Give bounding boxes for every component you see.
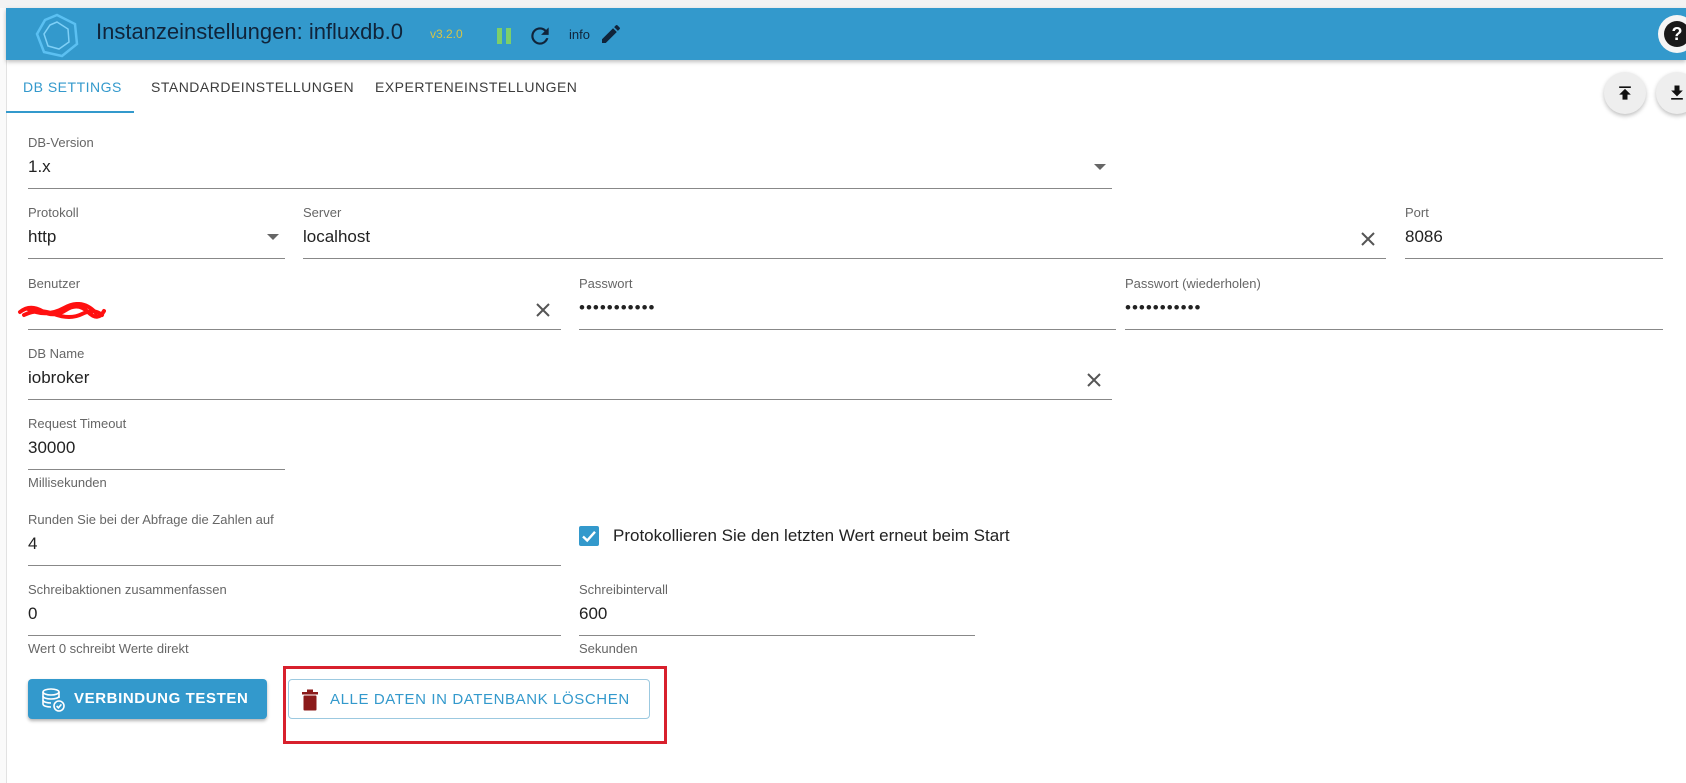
- help-button[interactable]: ?: [1658, 15, 1686, 53]
- password-repeat-value: •••••••••••: [1125, 298, 1202, 317]
- underline: [303, 258, 1386, 259]
- server-label: Server: [303, 205, 342, 220]
- username-label: Benutzer: [28, 276, 81, 291]
- app-bar: Instanzeinstellungen: influxdb.0 v3.2.0 …: [6, 8, 1686, 60]
- tab-expert-settings[interactable]: EXPERTENEINSTELLUNGEN: [375, 62, 577, 112]
- batch-writes-helper: Wert 0 schreibt Werte direkt: [28, 641, 328, 659]
- db-name-label: DB Name: [28, 346, 85, 361]
- write-interval-helper: Sekunden: [579, 641, 779, 659]
- download-settings-button[interactable]: [1656, 72, 1686, 114]
- svg-text:?: ?: [1672, 24, 1683, 44]
- underline: [1125, 329, 1663, 330]
- database-check-icon: [42, 688, 65, 712]
- log-last-value-checkbox[interactable]: [579, 526, 599, 546]
- protocol-value: http: [28, 227, 57, 246]
- batch-writes-label: Schreibaktionen zusammenfassen: [28, 582, 227, 597]
- helper-text: Wert 0 schreibt Werte direkt: [28, 641, 189, 656]
- left-edge: [0, 8, 7, 783]
- chevron-down-icon: [267, 234, 279, 240]
- password-repeat-label: Passwort (wiederholen): [1125, 276, 1261, 291]
- db-version-value: 1.x: [28, 157, 51, 176]
- underline: [28, 565, 561, 566]
- chevron-down-icon: [1094, 164, 1106, 170]
- test-connection-button[interactable]: VERBINDUNG TESTEN: [28, 679, 267, 719]
- port-label: Port: [1405, 205, 1429, 220]
- underline: [28, 329, 561, 330]
- underline: [1405, 258, 1663, 259]
- request-timeout-input[interactable]: Request Timeout 30000: [28, 416, 285, 470]
- log-last-value-label[interactable]: Protokollieren Sie den letzten Wert erne…: [613, 526, 1010, 546]
- request-timeout-helper: Millisekunden: [28, 475, 285, 493]
- info-label: info: [569, 27, 590, 42]
- underline: [28, 258, 285, 259]
- password-input[interactable]: Passwort •••••••••••: [579, 276, 1116, 330]
- redaction-scribble: [18, 302, 106, 319]
- round-numbers-input[interactable]: Runden Sie bei der Abfrage die Zahlen au…: [28, 512, 561, 566]
- pause-icon[interactable]: [493, 25, 515, 47]
- help-icon: ?: [1664, 21, 1686, 47]
- helper-text: Millisekunden: [28, 475, 107, 490]
- underline: [579, 635, 975, 636]
- password-value: •••••••••••: [579, 298, 656, 317]
- clear-icon[interactable]: [1358, 229, 1378, 249]
- request-timeout-value: 30000: [28, 438, 76, 457]
- port-value: 8086: [1405, 227, 1443, 246]
- tab-db-settings[interactable]: DB SETTINGS: [23, 62, 122, 112]
- edit-pencil-icon[interactable]: [599, 22, 623, 46]
- upload-icon: [1619, 86, 1631, 100]
- annotation-highlight-box: [283, 666, 667, 744]
- refresh-icon[interactable]: [527, 23, 553, 49]
- db-name-value: iobroker: [28, 368, 90, 387]
- request-timeout-label: Request Timeout: [28, 416, 127, 431]
- db-name-input[interactable]: DB Name iobroker: [28, 346, 1112, 400]
- server-input[interactable]: Server localhost: [303, 205, 1386, 259]
- iobroker-logo-icon: [35, 13, 79, 58]
- version-badge: v3.2.0: [430, 27, 463, 41]
- round-numbers-value: 4: [28, 534, 38, 553]
- clear-icon[interactable]: [533, 300, 553, 320]
- port-input[interactable]: Port 8086: [1405, 205, 1663, 259]
- underline: [28, 188, 1112, 189]
- protocol-label: Protokoll: [28, 205, 79, 220]
- db-version-label: DB-Version: [28, 135, 94, 150]
- upload-settings-button[interactable]: [1604, 72, 1646, 114]
- db-version-select[interactable]: DB-Version 1.x: [28, 135, 1112, 189]
- batch-writes-value: 0: [28, 604, 38, 623]
- round-numbers-label: Runden Sie bei der Abfrage die Zahlen au…: [28, 512, 274, 527]
- test-connection-label: VERBINDUNG TESTEN: [74, 690, 249, 707]
- download-icon: [1671, 85, 1683, 100]
- clear-icon[interactable]: [1084, 370, 1104, 390]
- helper-text: Sekunden: [579, 641, 638, 656]
- write-interval-value: 600: [579, 604, 608, 623]
- underline: [28, 635, 561, 636]
- password-label: Passwort: [579, 276, 633, 291]
- tab-active-indicator: [6, 111, 134, 113]
- username-input[interactable]: Benutzer: [28, 276, 561, 330]
- underline: [28, 399, 1112, 400]
- page-title: Instanzeinstellungen: influxdb.0: [96, 19, 403, 44]
- server-value: localhost: [303, 227, 371, 246]
- underline: [579, 329, 1116, 330]
- write-interval-label: Schreibintervall: [579, 582, 668, 597]
- tab-standard-settings[interactable]: STANDARDEINSTELLUNGEN: [151, 62, 354, 112]
- batch-writes-input[interactable]: Schreibaktionen zusammenfassen 0: [28, 582, 561, 636]
- password-repeat-input[interactable]: Passwort (wiederholen) •••••••••••: [1125, 276, 1663, 330]
- underline: [28, 469, 285, 470]
- protocol-select[interactable]: Protokoll http: [28, 205, 285, 259]
- write-interval-input[interactable]: Schreibintervall 600: [579, 582, 975, 636]
- checkmark-icon: [582, 530, 596, 543]
